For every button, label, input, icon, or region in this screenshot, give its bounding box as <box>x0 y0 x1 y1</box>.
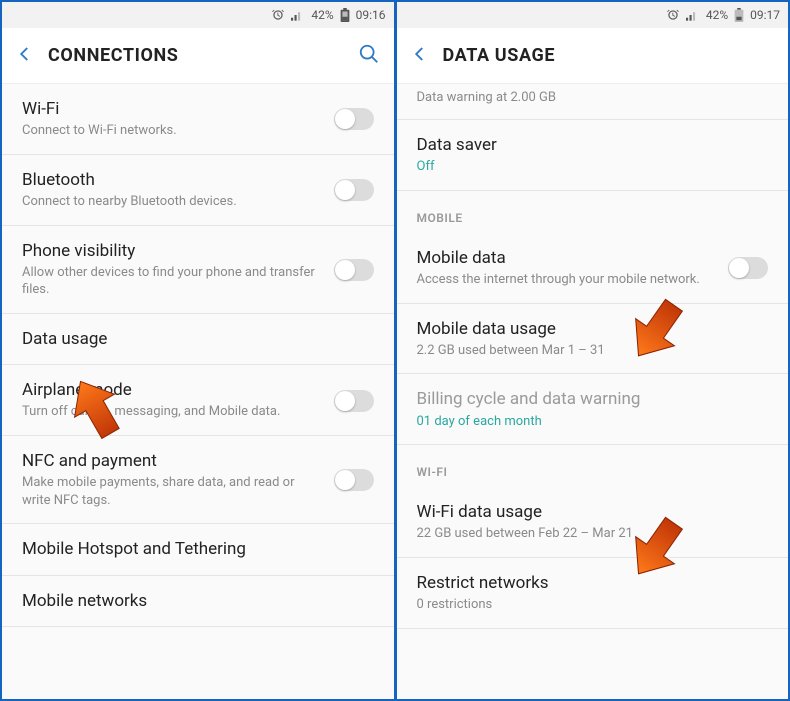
row-mobile-networks[interactable]: Mobile networks <box>2 576 394 627</box>
row-label: Airplane mode <box>22 380 322 401</box>
header: CONNECTIONS <box>2 28 394 84</box>
row-sub: Make mobile payments, share data, and re… <box>22 474 322 509</box>
row-sub: Off <box>417 158 769 176</box>
row-label: Wi-Fi data usage <box>417 502 769 523</box>
row-data-saver[interactable]: Data saver Off <box>397 120 789 191</box>
row-sub: Access the internet through your mobile … <box>417 271 717 289</box>
row-sub: 2.2 GB used between Mar 1 – 31 <box>417 342 769 360</box>
row-data-usage[interactable]: Data usage <box>2 314 394 365</box>
row-hotspot[interactable]: Mobile Hotspot and Tethering <box>2 524 394 575</box>
row-phone-visibility[interactable]: Phone visibility Allow other devices to … <box>2 226 394 314</box>
row-label: Mobile Hotspot and Tethering <box>22 539 374 560</box>
section-wifi: WI-FI <box>397 445 789 487</box>
row-sub: Connect to Wi-Fi networks. <box>22 122 322 140</box>
row-sub: Connect to nearby Bluetooth devices. <box>22 193 322 211</box>
row-label: Mobile data usage <box>417 319 769 340</box>
visibility-toggle[interactable] <box>334 259 374 281</box>
wifi-toggle[interactable] <box>334 108 374 130</box>
row-sub: Turn off calling, messaging, and Mobile … <box>22 403 322 421</box>
data-warning-note: Data warning at 2.00 GB <box>397 84 789 120</box>
search-icon[interactable] <box>358 43 380 69</box>
row-sub: 01 day of each month <box>417 413 769 431</box>
signal-icon <box>686 9 700 21</box>
back-icon[interactable] <box>16 45 34 67</box>
airplane-toggle[interactable] <box>334 390 374 412</box>
row-mobile-data[interactable]: Mobile data Access the internet through … <box>397 233 789 304</box>
signal-icon <box>291 9 305 21</box>
settings-list: Data warning at 2.00 GB Data saver Off M… <box>397 84 789 699</box>
settings-list: Wi-Fi Connect to Wi-Fi networks. Bluetoo… <box>2 84 394 699</box>
battery-icon <box>734 8 744 22</box>
alarm-icon <box>271 8 285 22</box>
row-billing-cycle[interactable]: Billing cycle and data warning 01 day of… <box>397 374 789 445</box>
row-bluetooth[interactable]: Bluetooth Connect to nearby Bluetooth de… <box>2 155 394 226</box>
row-label: Wi-Fi <box>22 99 322 120</box>
battery-percent: 42% <box>311 8 333 22</box>
clock-time: 09:17 <box>750 8 780 22</box>
alarm-icon <box>666 8 680 22</box>
battery-icon <box>340 8 350 22</box>
page-title: DATA USAGE <box>443 45 775 66</box>
row-label: Mobile data <box>417 248 717 269</box>
row-mobile-data-usage[interactable]: Mobile data usage 2.2 GB used between Ma… <box>397 304 789 375</box>
row-label: Data saver <box>417 135 769 156</box>
phone-data-usage: risk.com 42% 09:17 DATA USAGE Data warni… <box>394 2 789 699</box>
row-label: Restrict networks <box>417 573 769 594</box>
row-label: Billing cycle and data warning <box>417 389 769 410</box>
status-bar: 42% 09:16 <box>2 2 394 28</box>
bluetooth-toggle[interactable] <box>334 179 374 201</box>
row-label: NFC and payment <box>22 451 322 472</box>
mobile-data-toggle[interactable] <box>728 257 768 279</box>
row-label: Mobile networks <box>22 591 374 612</box>
row-wifi[interactable]: Wi-Fi Connect to Wi-Fi networks. <box>2 84 394 155</box>
status-bar: 42% 09:17 <box>397 2 789 28</box>
row-label: Bluetooth <box>22 170 322 191</box>
row-airplane-mode[interactable]: Airplane mode Turn off calling, messagin… <box>2 365 394 436</box>
section-mobile: MOBILE <box>397 191 789 233</box>
nfc-toggle[interactable] <box>334 469 374 491</box>
row-wifi-data-usage[interactable]: Wi-Fi data usage 22 GB used between Feb … <box>397 487 789 558</box>
row-restrict-networks[interactable]: Restrict networks 0 restrictions <box>397 558 789 629</box>
page-title: CONNECTIONS <box>48 45 358 66</box>
row-sub: 0 restrictions <box>417 596 769 614</box>
clock-time: 09:16 <box>356 8 386 22</box>
back-icon[interactable] <box>411 45 429 67</box>
phone-connections: PCrisk 42% 09:16 CONNECTIONS <box>2 2 394 699</box>
battery-percent: 42% <box>706 8 728 22</box>
row-label: Phone visibility <box>22 241 322 262</box>
row-sub: 22 GB used between Feb 22 – Mar 21 <box>417 525 769 543</box>
row-sub: Allow other devices to find your phone a… <box>22 264 322 299</box>
row-label: Data usage <box>22 329 374 350</box>
header: DATA USAGE <box>397 28 789 84</box>
row-nfc-payment[interactable]: NFC and payment Make mobile payments, sh… <box>2 436 394 524</box>
